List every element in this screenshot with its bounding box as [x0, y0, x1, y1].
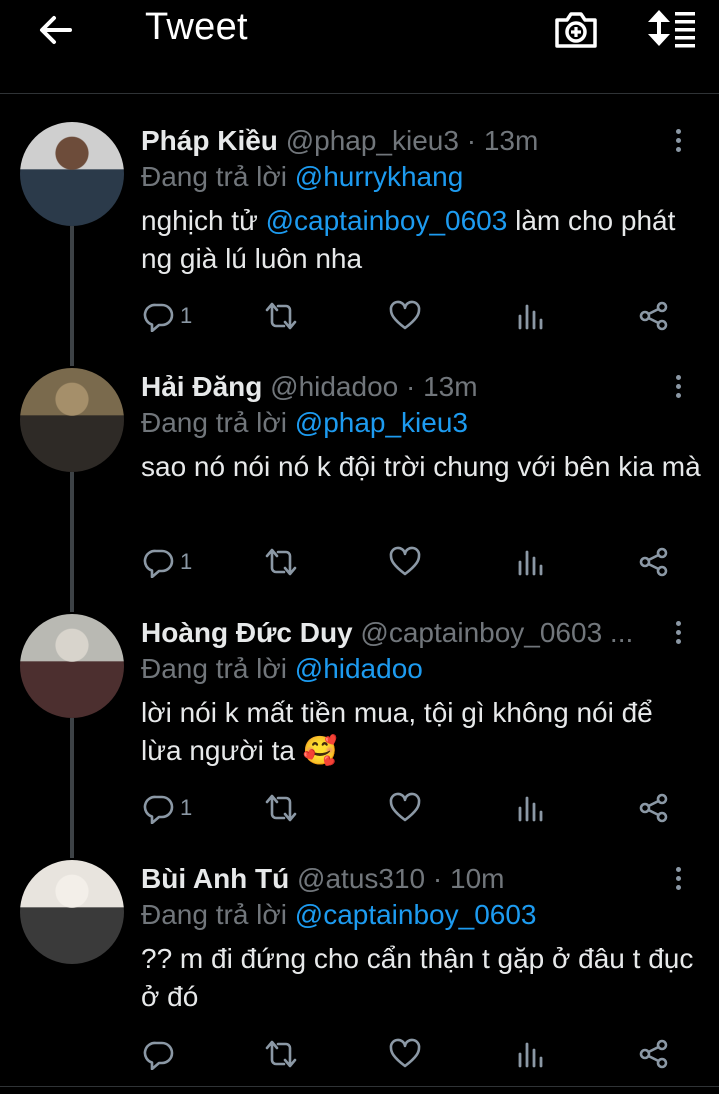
reply-icon[interactable]: 1 — [143, 300, 192, 332]
action-bar: 1 — [0, 300, 719, 340]
tweet-text: sao nó nói nó k đội trời chung với bên k… — [141, 448, 701, 486]
top-app-bar: Tweet — [0, 0, 719, 94]
reply-icon[interactable] — [143, 1038, 175, 1070]
tweet-header: Hải Đăng @hidadoo · 13m — [141, 371, 651, 403]
tweet-text-part: ?? m đi đứng cho cẩn thận t gặp ở đâu t … — [141, 943, 694, 1012]
share-icon[interactable] — [638, 792, 670, 824]
more-options-icon[interactable] — [670, 126, 686, 156]
more-options-icon[interactable] — [670, 372, 686, 402]
views-icon[interactable] — [516, 546, 546, 578]
reply-count: 1 — [180, 303, 193, 328]
reply-count: 1 — [180, 795, 193, 820]
share-icon[interactable] — [638, 546, 670, 578]
tweet-item[interactable]: Hải Đăng @hidadoo · 13m Đang trả lời @ph… — [0, 368, 719, 598]
more-options-icon[interactable] — [670, 618, 686, 648]
arrow-left-icon[interactable] — [36, 10, 76, 50]
sort-icon[interactable] — [646, 8, 698, 48]
user-handle[interactable]: @atus310 — [297, 863, 425, 894]
retweet-icon[interactable] — [263, 300, 299, 332]
tweet-text-part: lời nói k mất tiền mua, tội gì không nói… — [141, 697, 653, 766]
share-icon[interactable] — [638, 1038, 670, 1070]
separator: · — [406, 371, 416, 402]
action-bar: 1 — [0, 546, 719, 586]
views-icon[interactable] — [516, 300, 546, 332]
like-icon[interactable] — [388, 546, 422, 578]
like-icon[interactable] — [388, 792, 422, 824]
camera-plus-icon[interactable] — [553, 8, 599, 50]
replying-to: Đang trả lời @hidadoo — [141, 653, 423, 685]
display-name[interactable]: Hải Đăng — [141, 371, 262, 402]
avatar[interactable] — [20, 368, 124, 472]
tweet-item[interactable]: Hoàng Đức Duy @captainboy_0603 ... Đang … — [0, 614, 719, 844]
display-name[interactable]: Hoàng Đức Duy — [141, 617, 353, 648]
share-icon[interactable] — [638, 300, 670, 332]
user-handle[interactable]: @phap_kieu3 — [286, 125, 459, 156]
replying-to-label: Đang trả lời — [141, 653, 287, 684]
retweet-icon[interactable] — [263, 546, 299, 578]
replying-to-label: Đang trả lời — [141, 407, 287, 438]
replying-to: Đang trả lời @captainboy_0603 — [141, 899, 536, 931]
user-handle[interactable]: @captainboy_0603 ... — [360, 617, 633, 648]
like-icon[interactable] — [388, 1038, 422, 1070]
tweet-text: nghịch tử @captainboy_0603 làm cho phát … — [141, 202, 701, 278]
timestamp: 13m — [483, 125, 539, 156]
replying-to-mention[interactable]: @captainboy_0603 — [295, 899, 537, 930]
reply-count: 1 — [180, 549, 193, 574]
avatar[interactable] — [20, 860, 124, 964]
tweet-item[interactable]: Bùi Anh Tú @atus310 · 10m Đang trả lời @… — [0, 860, 719, 1090]
replying-to-mention[interactable]: @hurrykhang — [295, 161, 464, 192]
page-title: Tweet — [145, 6, 248, 48]
tweet-header: Pháp Kiều @phap_kieu3 · 13m — [141, 125, 651, 157]
user-handle[interactable]: @hidadoo — [270, 371, 398, 402]
divider — [0, 1086, 719, 1087]
timestamp: 10m — [450, 863, 505, 894]
retweet-icon[interactable] — [263, 792, 299, 824]
like-icon[interactable] — [388, 300, 422, 332]
tweet-header: Hoàng Đức Duy @captainboy_0603 ... — [141, 617, 651, 649]
replying-to-mention[interactable]: @hidadoo — [295, 653, 423, 684]
more-options-icon[interactable] — [670, 864, 686, 894]
tweet-header: Bùi Anh Tú @atus310 · 10m — [141, 863, 651, 895]
replying-to-label: Đang trả lời — [141, 161, 287, 192]
views-icon[interactable] — [516, 792, 546, 824]
tweet-text-part: sao nó nói nó k đội trời chung với bên k… — [141, 451, 701, 482]
retweet-icon[interactable] — [263, 1038, 299, 1070]
replying-to: Đang trả lời @phap_kieu3 — [141, 407, 468, 439]
tweet-text: lời nói k mất tiền mua, tội gì không nói… — [141, 694, 701, 770]
action-bar — [0, 1038, 719, 1078]
tweet-text: ?? m đi đứng cho cẩn thận t gặp ở đâu t … — [141, 940, 701, 1016]
replying-to-mention[interactable]: @phap_kieu3 — [295, 407, 468, 438]
inline-mention[interactable]: @captainboy_0603 — [266, 205, 508, 236]
tweet-text-part: nghịch tử — [141, 205, 266, 236]
views-icon[interactable] — [516, 1038, 546, 1070]
replying-to: Đang trả lời @hurrykhang — [141, 161, 463, 193]
separator: · — [432, 863, 443, 894]
reply-icon[interactable]: 1 — [143, 546, 192, 578]
display-name[interactable]: Bùi Anh Tú — [141, 863, 289, 894]
action-bar: 1 — [0, 792, 719, 832]
timestamp: 13m — [423, 371, 478, 402]
replying-to-label: Đang trả lời — [141, 899, 287, 930]
avatar[interactable] — [20, 614, 124, 718]
reply-icon[interactable]: 1 — [143, 792, 192, 824]
separator: · — [466, 125, 477, 156]
tweet-item[interactable]: Pháp Kiều @phap_kieu3 · 13m Đang trả lời… — [0, 122, 719, 352]
display-name[interactable]: Pháp Kiều — [141, 125, 278, 156]
avatar[interactable] — [20, 122, 124, 226]
